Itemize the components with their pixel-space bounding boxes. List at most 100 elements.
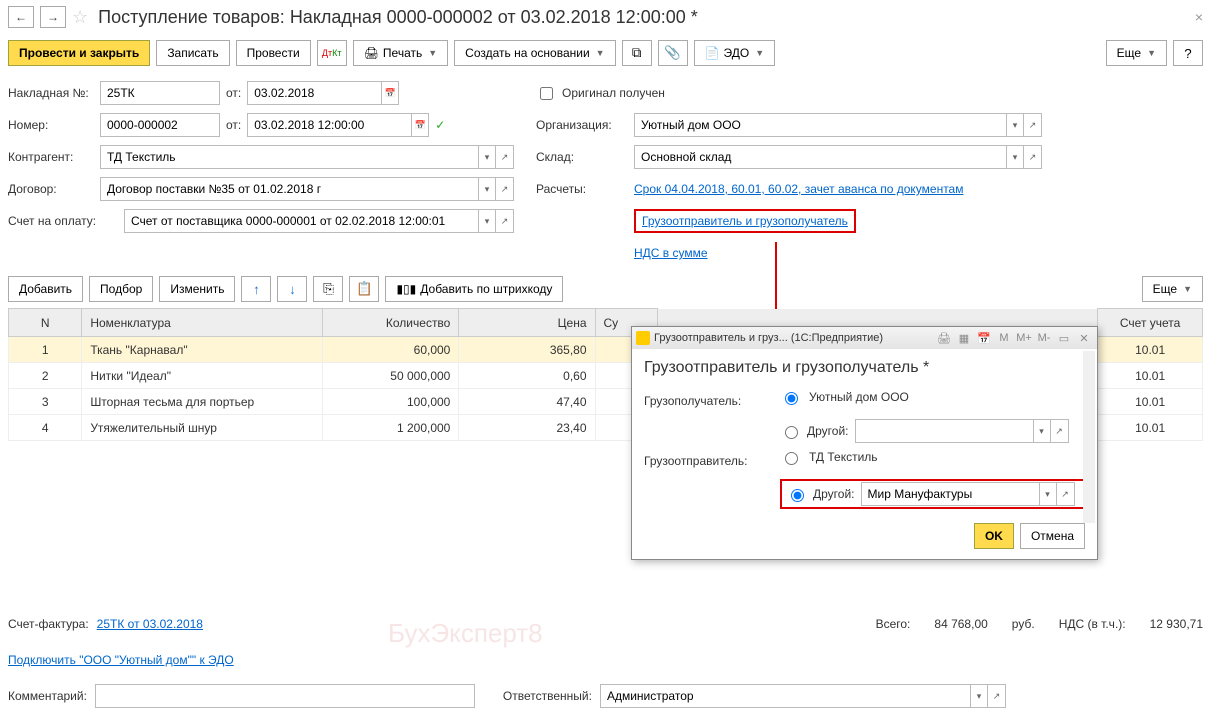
favorite-star-icon[interactable]: ☆ — [72, 7, 88, 28]
modal-m-icon[interactable]: M — [995, 330, 1013, 346]
bill-dropdown-icon[interactable]: ▾ — [478, 209, 496, 233]
responsible-dropdown[interactable]: ▾ — [970, 684, 988, 708]
modal-title: Грузоотправитель и грузополучатель * — [644, 359, 1085, 377]
shipper-other-input[interactable] — [861, 482, 1039, 506]
modal-scrollbar[interactable] — [1083, 351, 1095, 523]
settlements-link[interactable]: Срок 04.04.2018, 60.01, 60.02, зачет ава… — [634, 182, 963, 196]
original-received-checkbox[interactable] — [540, 87, 553, 100]
copy-icon[interactable]: ⎘ — [313, 276, 343, 302]
comment-input[interactable] — [95, 684, 475, 708]
modal-close-icon[interactable]: ✕ — [1075, 330, 1093, 346]
bill-input[interactable] — [124, 209, 478, 233]
counterparty-open-icon[interactable]: ↗ — [496, 145, 514, 169]
counterparty-dropdown-icon[interactable]: ▾ — [478, 145, 496, 169]
apply-icon[interactable]: ✓ — [435, 118, 445, 132]
shipper-radio-other[interactable] — [791, 489, 804, 502]
modal-ok-button[interactable]: OK — [974, 523, 1014, 549]
contract-dropdown-icon[interactable]: ▾ — [478, 177, 496, 201]
modal-calc-icon[interactable]: ▦ — [955, 330, 973, 346]
shipper-consignee-link[interactable]: Грузоотправитель и грузополучатель — [634, 209, 856, 233]
move-down-icon[interactable]: ↓ — [277, 276, 307, 302]
barcode-button[interactable]: ▮▯▮ Добавить по штрихкоду — [385, 276, 563, 302]
invoice-date-input[interactable] — [247, 81, 381, 105]
modal-min-icon[interactable]: ▭ — [1055, 330, 1073, 346]
post-and-close-button[interactable]: Провести и закрыть — [8, 40, 150, 66]
consignee-other-label: Другой: — [807, 424, 849, 438]
org-dropdown-icon[interactable]: ▾ — [1006, 113, 1024, 137]
number-label: Номер: — [8, 118, 94, 132]
post-button[interactable]: Провести — [236, 40, 311, 66]
vat-link[interactable]: НДС в сумме — [634, 246, 708, 260]
col-account: Счет учета — [1098, 309, 1203, 337]
consignee-radio-default[interactable] — [785, 392, 798, 405]
warehouse-open-icon[interactable]: ↗ — [1024, 145, 1042, 169]
invoice-footer-link[interactable]: 25ТК от 03.02.2018 — [97, 617, 203, 631]
more-button[interactable]: Еще▼ — [1106, 40, 1167, 66]
consignee-other-input[interactable] — [855, 419, 1033, 443]
table-more-label: Еще — [1153, 282, 1177, 296]
col-qty: Количество — [323, 309, 459, 337]
warehouse-dropdown-icon[interactable]: ▾ — [1006, 145, 1024, 169]
col-n: N — [9, 309, 82, 337]
number-date-input[interactable] — [247, 113, 411, 137]
close-icon[interactable]: × — [1195, 9, 1203, 25]
edo-label: ЭДО — [724, 46, 750, 60]
barcode-label: Добавить по штрихкоду — [420, 282, 552, 296]
shipper-other-dropdown[interactable]: ▾ — [1039, 482, 1057, 506]
help-button[interactable]: ? — [1173, 40, 1203, 66]
org-open-icon[interactable]: ↗ — [1024, 113, 1042, 137]
more-label: Еще — [1117, 46, 1141, 60]
shipper-other-open[interactable]: ↗ — [1057, 482, 1075, 506]
contract-open-icon[interactable]: ↗ — [496, 177, 514, 201]
modal-mminus-icon[interactable]: M- — [1035, 330, 1053, 346]
page-title: Поступление товаров: Накладная 0000-0000… — [98, 7, 698, 28]
calendar-icon-2[interactable]: 📅 — [411, 113, 429, 137]
table-more-button[interactable]: Еще▼ — [1142, 276, 1203, 302]
shipper-other-label: Другой: — [813, 487, 855, 501]
save-button[interactable]: Записать — [156, 40, 229, 66]
consignee-default-label: Уютный дом ООО — [809, 390, 909, 404]
dtkt-button[interactable]: ДтКт — [317, 40, 347, 66]
consignee-radio-other[interactable] — [785, 426, 798, 439]
nav-forward-button[interactable]: → — [40, 6, 66, 28]
invoice-no-input[interactable] — [100, 81, 220, 105]
warehouse-input[interactable] — [634, 145, 1006, 169]
consignee-other-dropdown[interactable]: ▾ — [1033, 419, 1051, 443]
total-label: Всего: — [876, 617, 911, 631]
settlements-label: Расчеты: — [536, 182, 628, 196]
col-nomenclature: Номенклатура — [82, 309, 323, 337]
print-label: Печать — [383, 46, 422, 60]
edo-connect-link[interactable]: Подключить "ООО "Уютный дом"" к ЭДО — [8, 653, 234, 667]
structure-icon[interactable]: ⧉ — [622, 40, 652, 66]
modal-calendar-icon[interactable]: 📅 — [975, 330, 993, 346]
responsible-input[interactable] — [600, 684, 970, 708]
modal-print-icon[interactable]: 🖨 — [935, 330, 953, 346]
shipper-radio-default[interactable] — [785, 452, 798, 465]
calendar-icon[interactable]: 📅 — [381, 81, 399, 105]
number-input[interactable] — [100, 113, 220, 137]
move-up-icon[interactable]: ↑ — [241, 276, 271, 302]
pick-button[interactable]: Подбор — [89, 276, 153, 302]
nav-back-button[interactable]: ← — [8, 6, 34, 28]
add-row-button[interactable]: Добавить — [8, 276, 83, 302]
modal-cancel-button[interactable]: Отмена — [1020, 523, 1085, 549]
edo-button[interactable]: 📄 ЭДО▼ — [694, 40, 776, 66]
org-input[interactable] — [634, 113, 1006, 137]
attach-icon[interactable]: 📎 — [658, 40, 688, 66]
responsible-open[interactable]: ↗ — [988, 684, 1006, 708]
consignee-other-open[interactable]: ↗ — [1051, 419, 1069, 443]
shipper-label: Грузоотправитель: — [644, 454, 780, 468]
create-based-button[interactable]: Создать на основании▼ — [454, 40, 615, 66]
vat-value: 12 930,71 — [1150, 617, 1203, 631]
bill-label: Счет на оплату: — [8, 214, 118, 228]
counterparty-input[interactable] — [100, 145, 478, 169]
edit-row-button[interactable]: Изменить — [159, 276, 235, 302]
modal-mplus-icon[interactable]: M+ — [1015, 330, 1033, 346]
bill-open-icon[interactable]: ↗ — [496, 209, 514, 233]
counterparty-label: Контрагент: — [8, 150, 94, 164]
print-button[interactable]: 🖨 Печать▼ — [353, 40, 448, 66]
contract-input[interactable] — [100, 177, 478, 201]
paste-icon[interactable]: 📋 — [349, 276, 379, 302]
shipper-default-label: ТД Текстиль — [809, 450, 878, 464]
comment-label: Комментарий: — [8, 689, 87, 703]
